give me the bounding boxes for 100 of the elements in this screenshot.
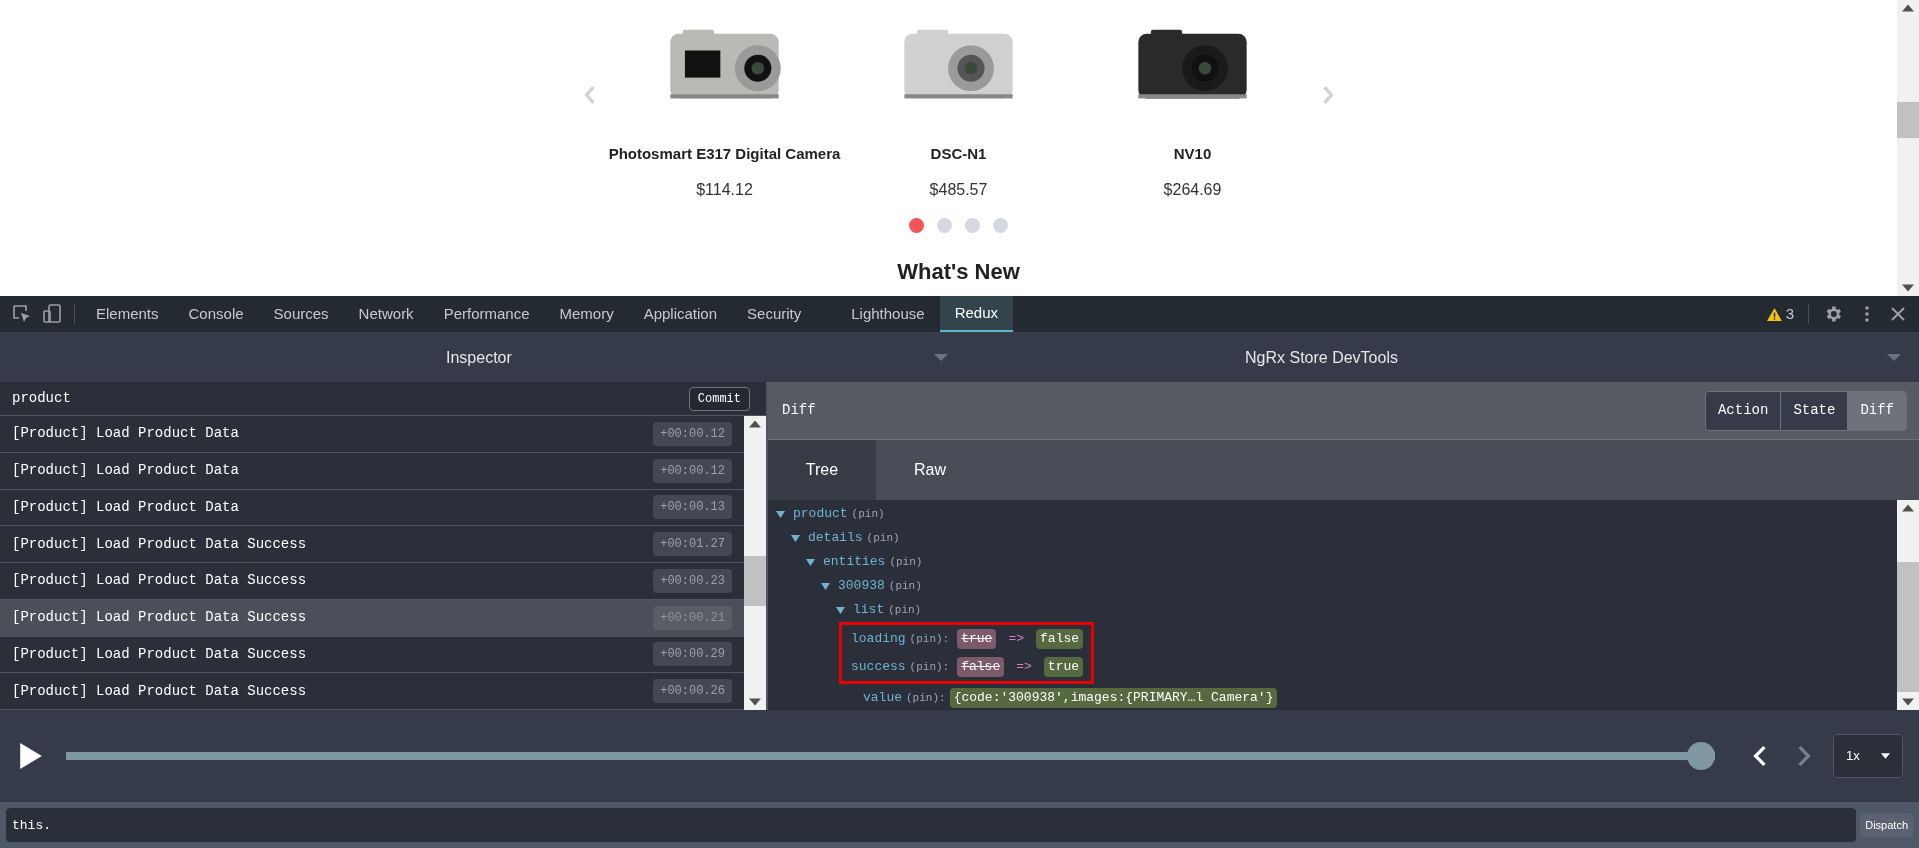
caret-icon [1881, 753, 1890, 759]
tree-key[interactable]: list [853, 600, 885, 620]
product-name[interactable]: DSC-N1 [930, 143, 987, 166]
action-item[interactable]: [Product] Load Product Data +00:00.12 [0, 452, 744, 490]
action-item[interactable]: [Product] Load Product Data Success +00:01.27 [0, 526, 744, 563]
scroll-down-icon[interactable] [749, 698, 761, 706]
scroll-down-icon[interactable] [1902, 698, 1914, 706]
tree-key[interactable]: details [808, 528, 863, 548]
dispatch-field[interactable]: this. [6, 808, 1857, 842]
devtools-tab[interactable]: Application [628, 296, 733, 332]
instance-title: NgRx Store DevTools [1245, 347, 1398, 368]
action-label: [Product] Load Product Data Success [12, 571, 308, 591]
view-tab[interactable]: Tree [768, 440, 876, 500]
devtools-tab[interactable]: Lighthouse [836, 296, 940, 332]
scroll-up-icon[interactable] [1902, 504, 1914, 512]
panel-title: Diff [782, 401, 816, 420]
devtools-tab[interactable]: Console [173, 296, 259, 332]
caret-icon[interactable] [836, 605, 845, 615]
pin-label[interactable]: (pin): [906, 689, 946, 707]
scrollbar-thumb[interactable] [1897, 562, 1919, 692]
warning-count[interactable]: 3 [1785, 302, 1794, 326]
devtools-tab[interactable]: Performance [428, 296, 545, 332]
pin-label[interactable]: (pin): [909, 658, 950, 676]
pin-label[interactable]: (pin) [889, 553, 923, 571]
action-label: [Product] Load Product Data [12, 461, 240, 481]
mode-button[interactable]: Diff [1847, 391, 1906, 430]
action-label: [Product] Load Product Data [12, 424, 240, 444]
filter-field[interactable]: product [0, 388, 689, 409]
action-time: +00:00.12 [653, 421, 732, 446]
action-item[interactable]: [Product] Load Product Data +00:00.12 [0, 416, 744, 453]
action-item[interactable]: [Product] Load Product Data Success +00:00.29 [0, 636, 744, 674]
devtools-tab[interactable]: Security [732, 296, 817, 332]
action-time: +00:00.26 [653, 679, 732, 704]
scrollbar[interactable] [1897, 0, 1919, 296]
pin-label[interactable]: (pin): [909, 630, 950, 648]
commit-button[interactable]: Commit [688, 386, 750, 411]
diff-arrow: => [1016, 658, 1032, 677]
new-value: false [1036, 629, 1084, 649]
scrollbar[interactable] [744, 416, 766, 710]
tree-key: loading [851, 629, 906, 649]
old-value: true [957, 629, 997, 649]
pin-label[interactable]: (pin) [888, 577, 922, 595]
action-item[interactable]: [Product] Load Product Data Success +00:00.23 [0, 563, 744, 600]
mode-button[interactable]: State [1780, 391, 1848, 430]
inspect-icon[interactable] [12, 304, 32, 324]
devtools-tab[interactable]: Elements [81, 296, 174, 332]
monitor-title: Inspector [446, 347, 512, 368]
devtools-tab[interactable]: Sources [258, 296, 344, 332]
devtools-tab[interactable]: Network [343, 296, 429, 332]
new-value: true [1043, 657, 1084, 677]
tree-key: value [863, 688, 902, 708]
devtools-tab[interactable]: Redux [939, 296, 1013, 332]
new-value: {code:'300938',images:{PRIMARY…l Camera'} [949, 688, 1278, 708]
scrollbar-thumb[interactable] [744, 556, 766, 606]
scrollbar[interactable] [1897, 500, 1919, 710]
action-time: +00:00.12 [653, 458, 732, 483]
caret-icon[interactable] [821, 581, 830, 591]
more-icon[interactable] [1865, 306, 1869, 322]
product-price: $264.69 [1163, 179, 1222, 200]
speed-select[interactable]: 1x [1833, 734, 1903, 778]
product-price: $114.12 [696, 179, 753, 200]
tree-key[interactable]: 300938 [838, 576, 885, 596]
action-time: +00:01.27 [653, 532, 732, 557]
dispatch-button[interactable]: Dispatch [1860, 813, 1913, 837]
action-label: [Product] Load Product Data Success [12, 681, 308, 701]
device-icon[interactable] [42, 304, 62, 324]
action-label: [Product] Load Product Data Success [12, 608, 308, 628]
devtools-tab[interactable]: Memory [544, 296, 629, 332]
tree-key[interactable]: entities [823, 552, 886, 572]
action-item[interactable]: [Product] Load Product Data +00:00.13 [0, 489, 744, 527]
pin-label[interactable]: (pin) [851, 505, 885, 523]
caret-icon[interactable] [791, 533, 800, 543]
scroll-up-icon[interactable] [1902, 4, 1914, 12]
view-tab[interactable]: Raw [876, 440, 984, 500]
action-label: [Product] Load Product Data Success [12, 534, 308, 554]
close-icon[interactable] [1891, 307, 1905, 321]
caret-icon[interactable] [806, 557, 815, 567]
action-time: +00:00.29 [653, 642, 732, 667]
scrollbar-thumb[interactable] [1897, 102, 1919, 138]
previous-icon[interactable] [1753, 745, 1767, 767]
tree-key: success [851, 657, 906, 677]
product-name[interactable]: NV10 [1173, 143, 1212, 166]
pin-label[interactable]: (pin) [888, 601, 922, 619]
play-icon [20, 743, 42, 769]
action-time: +00:00.23 [653, 568, 732, 593]
mode-button[interactable]: Action [1705, 391, 1781, 430]
action-label: [Product] Load Product Data [12, 497, 240, 517]
slider-thumb[interactable] [1687, 742, 1715, 770]
pin-label[interactable]: (pin) [866, 529, 900, 547]
action-time: +00:00.13 [653, 495, 732, 520]
product-price: $485.57 [929, 179, 988, 200]
scroll-down-icon[interactable] [1902, 284, 1914, 292]
diff-arrow: => [1008, 630, 1025, 649]
warning-icon[interactable] [1766, 307, 1782, 321]
action-label: [Product] Load Product Data Success [12, 644, 308, 664]
product-name[interactable]: Photosmart E317 Digital Camera [608, 143, 841, 166]
tree-key[interactable]: product [793, 504, 848, 524]
scroll-up-icon[interactable] [749, 420, 761, 428]
old-value: false [957, 657, 1005, 677]
caret-icon[interactable] [776, 509, 785, 519]
